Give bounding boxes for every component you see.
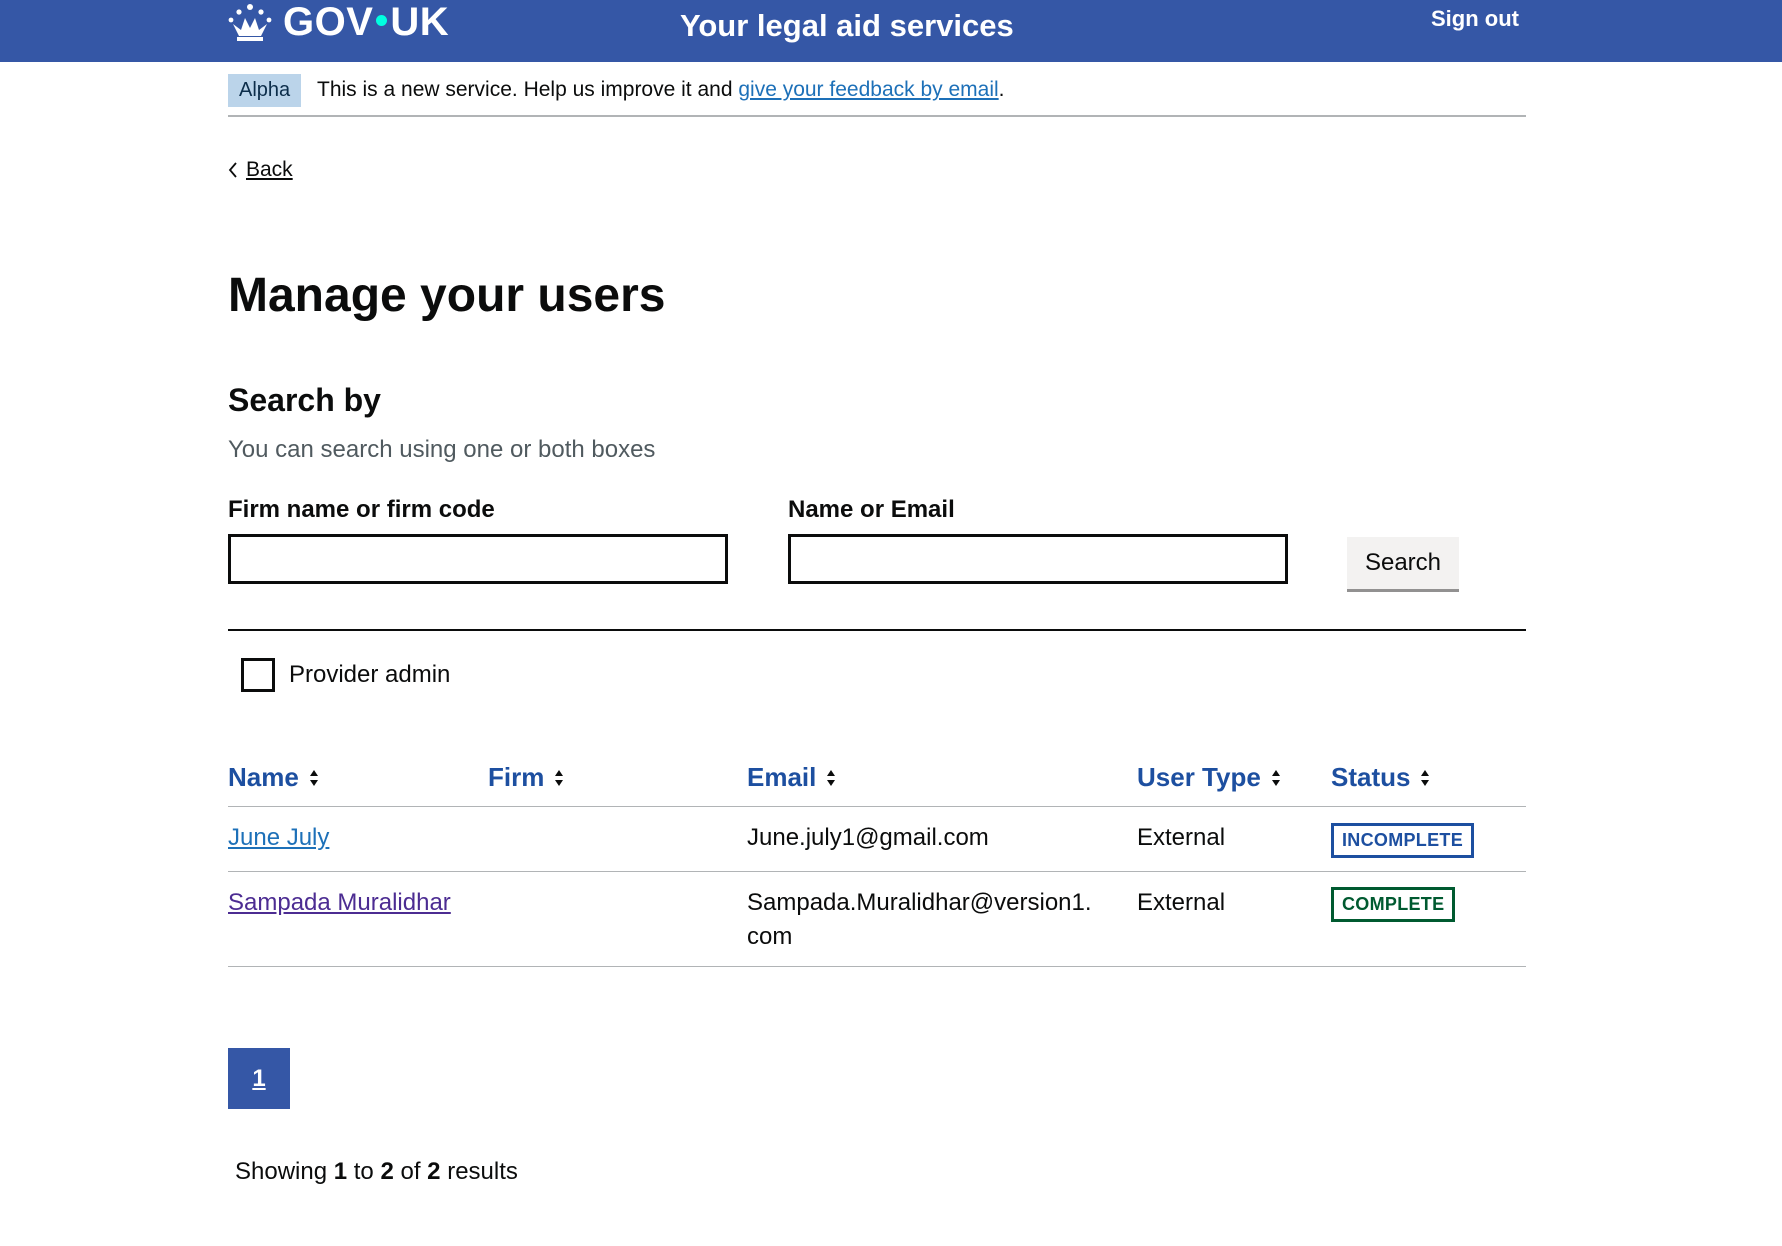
pagination-current-page[interactable]: 1 — [228, 1048, 290, 1109]
user-email-line-1: Sampada.Muralidhar@version1. — [747, 889, 1092, 916]
sort-icon — [827, 769, 836, 786]
sort-icon — [1421, 769, 1430, 786]
user-email-line-2: com — [747, 923, 793, 950]
user-email: June.july1@gmail.com — [747, 824, 989, 851]
govuk-wordmark: GOV UK — [283, 0, 450, 44]
service-name[interactable]: Your legal aid services — [680, 8, 1014, 44]
provider-admin-filter[interactable]: Provider admin — [241, 658, 450, 692]
provider-admin-checkbox[interactable] — [241, 658, 275, 692]
back-link-label: Back — [246, 158, 293, 181]
user-type: External — [1137, 824, 1226, 851]
column-header-status[interactable]: Status — [1331, 762, 1430, 793]
column-header-user-type[interactable]: User Type — [1137, 762, 1281, 793]
user-type: External — [1137, 889, 1226, 916]
name-email-search-label: Name or Email — [788, 496, 955, 523]
search-heading: Search by — [228, 382, 381, 418]
status-badge: COMPLETE — [1331, 887, 1456, 922]
sign-out-link[interactable]: Sign out — [1431, 6, 1519, 32]
phase-banner-text: This is a new service. Help us improve i… — [317, 78, 1005, 101]
phase-banner: Alpha This is a new service. Help us imp… — [228, 72, 1526, 117]
chevron-left-icon — [228, 162, 237, 178]
status-badge: INCOMPLETE — [1331, 823, 1475, 858]
sort-icon — [309, 769, 318, 786]
site-header: GOV UK Your legal aid services Sign out — [0, 0, 1782, 62]
results-summary: Showing 1 to 2 of 2 results — [235, 1158, 518, 1185]
firm-search-label: Firm name or firm code — [228, 496, 495, 523]
column-header-firm[interactable]: Firm — [488, 762, 564, 793]
row-divider — [228, 871, 1526, 872]
logo-dot — [376, 15, 388, 27]
table-header-divider — [228, 806, 1526, 807]
sort-icon — [555, 769, 564, 786]
crown-icon — [228, 4, 272, 41]
section-divider — [228, 629, 1526, 631]
column-header-email[interactable]: Email — [747, 762, 836, 793]
name-email-search-input[interactable] — [788, 534, 1288, 584]
row-divider — [228, 966, 1526, 967]
back-link[interactable]: Back — [228, 158, 293, 182]
user-name-link[interactable]: June July — [228, 821, 329, 855]
search-hint: You can search using one or both boxes — [228, 436, 656, 463]
firm-search-input[interactable] — [228, 534, 728, 584]
feedback-link[interactable]: give your feedback by email — [738, 78, 998, 101]
phase-tag: Alpha — [228, 74, 302, 107]
user-name-link[interactable]: Sampada Muralidhar — [228, 886, 451, 920]
sort-icon — [1271, 769, 1280, 786]
page-title: Manage your users — [228, 269, 666, 322]
govuk-logo[interactable]: GOV UK — [227, 0, 449, 44]
search-button[interactable]: Search — [1347, 537, 1459, 589]
column-header-name[interactable]: Name — [228, 762, 319, 793]
provider-admin-label[interactable]: Provider admin — [289, 661, 450, 689]
